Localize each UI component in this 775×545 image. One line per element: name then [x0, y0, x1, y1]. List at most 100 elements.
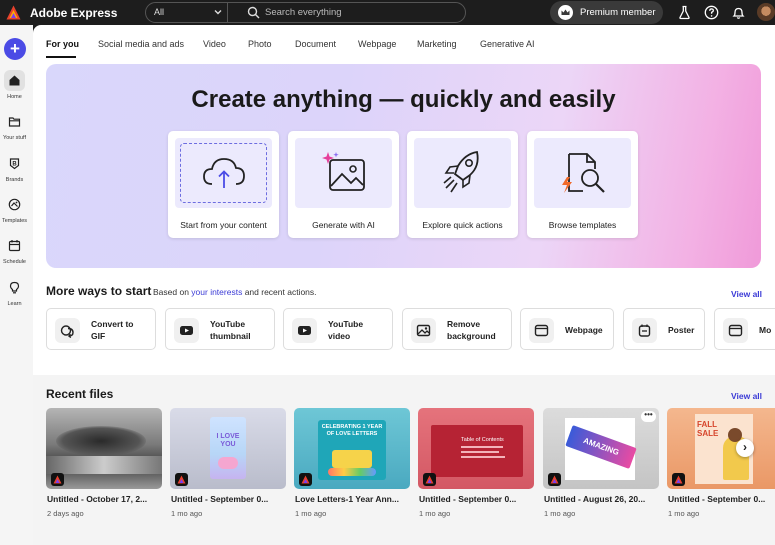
generate-with-ai-card[interactable]: Generate with AI: [288, 131, 399, 238]
file-name: Love Letters-1 Year Ann...: [295, 494, 399, 504]
file-thumbnail: [46, 408, 162, 489]
file-date: 1 mo ago: [419, 509, 451, 518]
browse-templates-label: Browse templates: [548, 220, 617, 230]
file-name: Untitled - October 17, 2...: [47, 494, 148, 504]
file-date: 2 days ago: [47, 509, 84, 518]
svg-text:B: B: [12, 161, 17, 167]
more-ways-title: More ways to start: [46, 284, 152, 298]
thumb-text: Table of Contents: [461, 437, 504, 443]
file-name: Untitled - August 26, 20...: [544, 494, 646, 504]
way-more[interactable]: Mo: [714, 308, 775, 350]
user-avatar[interactable]: [757, 3, 775, 21]
premium-member-label: Premium member: [580, 7, 656, 18]
search-icon: [247, 6, 260, 19]
templates-icon: [4, 194, 25, 215]
file-thumbnail: Table of Contents: [418, 408, 534, 489]
start-from-content-art: [175, 138, 272, 208]
tab-marketing[interactable]: Marketing: [417, 39, 457, 49]
way-label-line2: GIF: [91, 331, 106, 341]
rail-item-schedule[interactable]: Schedule: [0, 235, 33, 273]
rail-label-schedule: Schedule: [3, 259, 26, 265]
start-from-content-label: Start from your content: [180, 220, 267, 230]
generate-with-ai-label: Generate with AI: [312, 220, 375, 230]
generate-with-ai-art: [295, 138, 392, 208]
adobe-express-badge-icon: [423, 473, 436, 486]
search-filter-dropdown[interactable]: All: [146, 3, 228, 22]
more-way-icon: [723, 318, 748, 343]
recent-files-view-all-link[interactable]: View all: [731, 391, 762, 401]
left-rail: + Home Your stuff B Brands Templates Sch…: [0, 25, 33, 545]
adobe-express-logo[interactable]: [6, 5, 21, 20]
way-label-line2: thumbnail: [210, 331, 251, 341]
rail-item-learn[interactable]: Learn: [0, 277, 33, 315]
tab-social-media-and-ads[interactable]: Social media and ads: [98, 39, 184, 49]
template-search-icon: [562, 153, 605, 193]
way-label: Poster: [668, 325, 695, 335]
help-icon[interactable]: [704, 5, 719, 20]
premium-member-button[interactable]: Premium member: [550, 1, 663, 24]
way-label-line2: background: [447, 331, 496, 341]
file-date: 1 mo ago: [295, 509, 327, 518]
carousel-next-button[interactable]: ›: [736, 439, 754, 457]
way-youtube-thumbnail[interactable]: YouTube thumbnail: [165, 308, 275, 350]
gif-convert-icon: [55, 318, 80, 343]
more-options-button[interactable]: •••: [641, 411, 656, 422]
browse-templates-art: [534, 138, 631, 208]
tab-photo[interactable]: Photo: [248, 39, 272, 49]
start-from-content-card[interactable]: Start from your content: [168, 131, 279, 238]
calendar-icon: [4, 235, 25, 256]
way-remove-background[interactable]: Remove background: [402, 308, 512, 350]
way-label: Convert to GIF: [91, 318, 134, 342]
recent-files-title: Recent files: [46, 387, 114, 401]
home-icon: [4, 70, 25, 91]
way-poster[interactable]: Poster: [623, 308, 705, 350]
youtube-icon: [292, 318, 317, 343]
file-name: Untitled - September 0...: [419, 494, 517, 504]
tab-generative-ai[interactable]: Generative AI: [480, 39, 535, 49]
crown-icon: [558, 5, 573, 20]
file-thumbnail: FALL SALE: [667, 408, 775, 489]
way-convert-to-gif[interactable]: Convert to GIF: [46, 308, 156, 350]
way-youtube-video[interactable]: YouTube video: [283, 308, 393, 350]
search-input[interactable]: Search everything: [265, 7, 342, 18]
way-label-line1: YouTube: [328, 319, 364, 329]
way-label-line1: YouTube: [210, 319, 246, 329]
labs-flask-icon[interactable]: [677, 5, 692, 20]
way-label-line1: Convert to: [91, 319, 134, 329]
way-webpage[interactable]: Webpage: [520, 308, 614, 350]
tab-video[interactable]: Video: [203, 39, 226, 49]
top-bar: Adobe Express All Search everything Prem…: [0, 0, 775, 25]
more-ways-subtitle: Based on your interests and recent actio…: [153, 287, 317, 297]
your-interests-link[interactable]: your interests: [191, 287, 242, 297]
notifications-bell-icon[interactable]: [731, 5, 746, 20]
hero-banner: Create anything — quickly and easily Sta…: [46, 64, 761, 268]
rail-item-your-stuff[interactable]: Your stuff: [0, 111, 33, 149]
more-ways-view-all-link[interactable]: View all: [731, 289, 762, 299]
way-label: Mo: [759, 325, 772, 335]
way-label: Webpage: [565, 325, 603, 335]
way-label-line1: Remove: [447, 319, 481, 329]
rail-label-learn: Learn: [7, 301, 22, 307]
rail-item-home[interactable]: Home: [0, 70, 33, 108]
thumb-text: CELEBRATING 1 YEAR OF LOVE LETTERS: [321, 424, 383, 437]
tab-webpage[interactable]: Webpage: [358, 39, 396, 49]
remove-background-icon: [411, 318, 436, 343]
rail-item-templates[interactable]: Templates: [0, 194, 33, 232]
more-ways-sub-suffix: and recent actions.: [244, 287, 317, 297]
browse-templates-card[interactable]: Browse templates: [527, 131, 638, 238]
webpage-icon: [529, 318, 554, 343]
rail-item-brands[interactable]: B Brands: [0, 153, 33, 191]
file-date: 1 mo ago: [668, 509, 700, 518]
rocket-icon: [443, 150, 479, 193]
explore-quick-actions-card[interactable]: Explore quick actions: [407, 131, 518, 238]
app-title: Adobe Express: [30, 6, 118, 20]
brand-icon: B: [4, 153, 25, 174]
tab-for-you[interactable]: For you: [46, 39, 79, 49]
thumb-text: I LOVE YOU: [216, 433, 240, 448]
tab-document[interactable]: Document: [295, 39, 336, 49]
more-ways-sub-prefix: Based on: [153, 287, 189, 297]
adobe-express-badge-icon: [299, 473, 312, 486]
chevron-down-icon: [214, 10, 222, 15]
create-new-button[interactable]: +: [4, 38, 26, 60]
adobe-express-badge-icon: [175, 473, 188, 486]
